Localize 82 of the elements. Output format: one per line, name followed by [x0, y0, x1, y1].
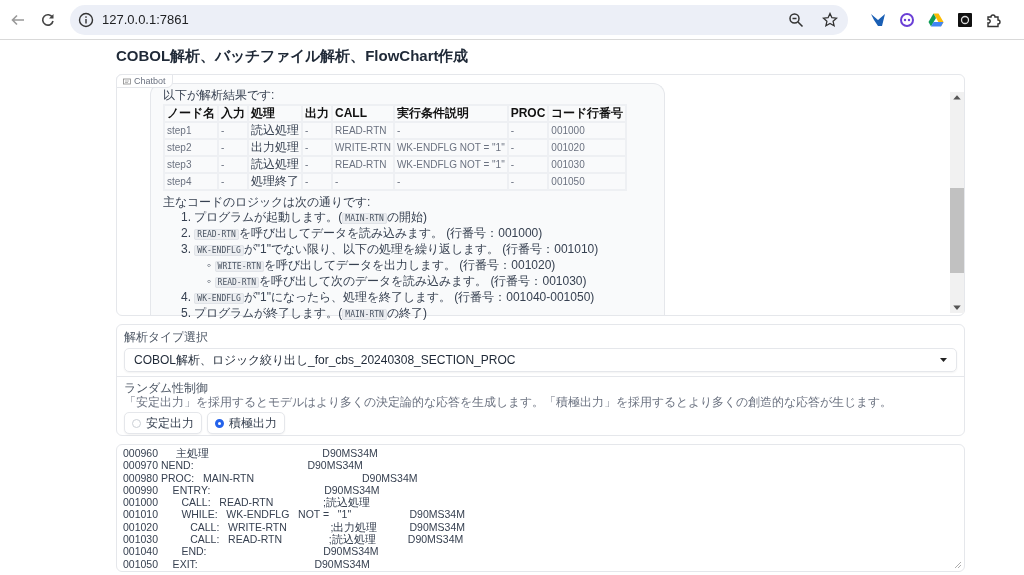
table-cell: 出力処理 — [249, 140, 301, 155]
table-cell: - — [219, 157, 247, 172]
reload-icon[interactable] — [40, 11, 56, 28]
table-cell: step3 — [165, 157, 217, 172]
table-cell: WRITE-RTN — [333, 140, 393, 155]
table-cell: - — [303, 174, 331, 189]
info-icon[interactable] — [78, 11, 94, 28]
summary-text: 主なコードのロジックは次の通りです: — [163, 195, 371, 210]
code-line: 001040 END: D90MS34M — [123, 545, 379, 558]
table-cell: - — [508, 157, 548, 172]
field-label: ランダム性制御 — [124, 381, 208, 395]
zoom-out-icon[interactable] — [788, 11, 804, 28]
column-header: PROC — [508, 106, 548, 121]
radio-option[interactable]: 積極出力 — [207, 412, 285, 434]
radio-icon[interactable] — [215, 418, 224, 428]
code-line: 000980 PROC: MAIN-RTN D90MS34M — [123, 471, 418, 484]
list-item: ◦ WRITE-RTN を呼び出してデータを出力します。 (行番号：001020) — [207, 258, 556, 274]
column-header: コード行番号 — [549, 106, 626, 121]
column-header: ノード名 — [165, 106, 217, 121]
radio-option[interactable]: 安定出力 — [124, 412, 202, 434]
puzzle-icon[interactable] — [986, 11, 1002, 28]
code-line: 001020 CALL: WRITE-RTN ;出力処理 D90MS34M — [123, 520, 465, 534]
column-header: 実行条件説明 — [394, 106, 507, 121]
list-item: 3. WK-ENDFLG が"1"でない限り、以下の処理を繰り返します。 (行番号：001010) — [181, 242, 599, 258]
table-cell: - — [508, 140, 548, 155]
resize-handle-icon[interactable] — [954, 561, 962, 569]
description-text: 「安定出力」を採用するとモデルはより多くの決定論的な応答を生成します。「積極出力」を採用するとより多くの創造的な応答が生じます。 — [124, 395, 892, 409]
code-line: 001030 CALL: READ-RTN ;読込処理 D90MS34M — [123, 533, 464, 546]
list-item: 5. プログラムが終了します。( MAIN-RTN の終了) — [181, 306, 427, 322]
table-cell: - — [303, 157, 331, 172]
list-item: 2. READ-RTN を呼び出してデータを読み込みます。 (行番号：001000) — [181, 226, 543, 242]
code-line: 001000 CALL: READ-RTN ;読込処理 — [123, 496, 370, 509]
table-cell: 001020 — [549, 140, 626, 155]
table-cell: step4 — [165, 174, 217, 189]
caret-icon — [940, 358, 947, 362]
table-cell: - — [333, 174, 393, 189]
code-line: 001050 EXIT: D90MS34M — [123, 557, 370, 570]
table-cell: 処理終了 — [249, 174, 301, 189]
page-title: COBOL解析、バッチファイル解析、FlowChart作成 — [116, 46, 469, 66]
table-cell: 001050 — [549, 174, 626, 189]
triangle-icon[interactable] — [928, 11, 944, 28]
column-header: 処理 — [249, 106, 301, 121]
column-header: CALL — [333, 106, 393, 121]
scrollbar-thumb[interactable] — [950, 188, 964, 274]
list-item: 4. WK-ENDFLG が"1"になったら、処理を終了します。 (行番号：001040-001050) — [181, 290, 595, 306]
code-line: 000960 主処理 D90MS34M — [123, 447, 378, 460]
table-cell: - — [219, 140, 247, 155]
table-cell: step1 — [165, 123, 217, 138]
square-icon[interactable] — [957, 11, 973, 28]
table-cell: - — [508, 123, 548, 138]
table-cell: 読込処理 — [249, 123, 301, 138]
address-bar[interactable]: 127.0.0.1:7861 — [70, 4, 848, 35]
table-cell: - — [219, 174, 247, 189]
star-icon[interactable] — [822, 11, 838, 28]
list-item: 1. プログラムが起動します。( MAIN-RTN の開始) — [181, 210, 427, 226]
table-cell: 001000 — [549, 123, 626, 138]
intro-text: 以下が解析結果です: — [163, 88, 275, 103]
scrollbar[interactable] — [950, 92, 964, 313]
table-cell: 読込処理 — [249, 157, 301, 172]
column-header: 出力 — [303, 106, 331, 121]
table-cell: READ-RTN — [333, 157, 393, 172]
code-line: 000990 ENTRY: D90MS34M — [123, 483, 380, 497]
dropdown[interactable]: COBOL解析、ロジック絞り出し_for_cbs_20240308_SECTION_PROC — [124, 348, 957, 372]
table-cell: READ-RTN — [333, 123, 393, 138]
column-header: 入力 — [219, 106, 247, 121]
chatbot-label: Chatbot — [116, 74, 173, 88]
list-item: ◦ READ-RTN を呼び出して次のデータを読み込みます。 (行番号：001030) — [207, 274, 587, 290]
code-line: 000970 NEND: D90MS34M — [123, 459, 363, 472]
table-cell: 001030 — [549, 157, 626, 172]
table-cell: step2 — [165, 140, 217, 155]
table-cell: WK-ENDFLG NOT = "1" — [394, 157, 507, 172]
v-shape-icon[interactable] — [870, 11, 886, 28]
table-cell: WK-ENDFLG NOT = "1" — [394, 140, 507, 155]
code-line: 001010 WHILE: WK-ENDFLG NOT = "1" D90MS34M — [123, 508, 465, 521]
table-cell: - — [394, 174, 507, 189]
field-label: 解析タイプ選択 — [124, 330, 208, 344]
table-cell: - — [394, 123, 507, 138]
table-cell: - — [508, 174, 548, 189]
table-cell: - — [303, 140, 331, 155]
table-cell: - — [303, 123, 331, 138]
round-icon[interactable] — [899, 11, 915, 28]
table-cell: - — [219, 123, 247, 138]
